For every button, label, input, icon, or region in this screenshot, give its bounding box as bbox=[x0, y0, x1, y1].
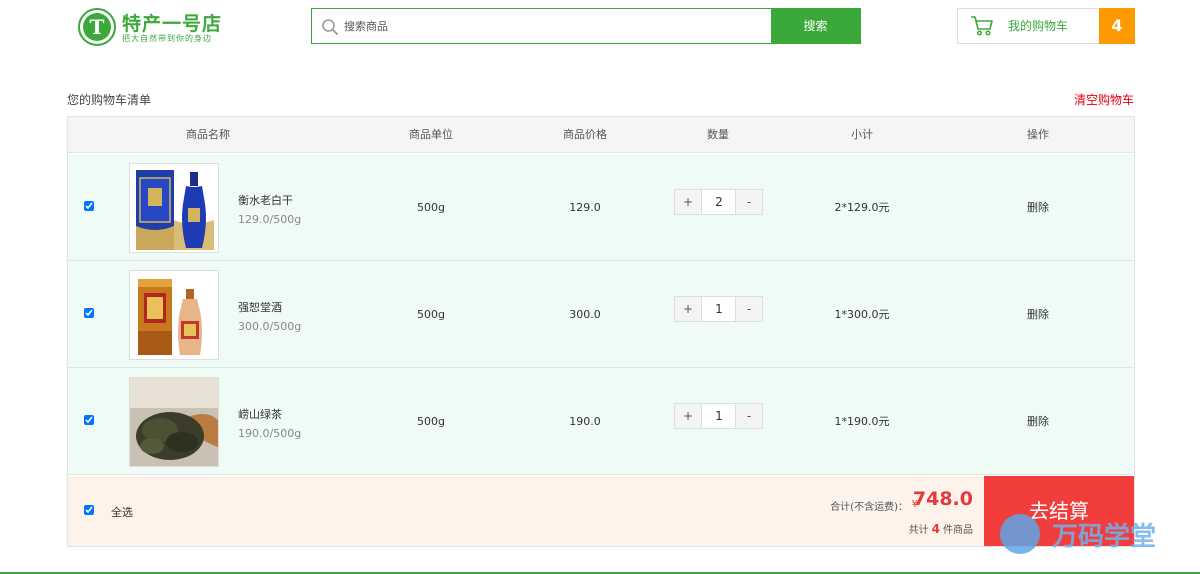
column-header-name: 商品名称 bbox=[186, 128, 230, 141]
logo-badge-icon: T bbox=[78, 8, 116, 46]
cart-count-badge: 4 bbox=[1099, 8, 1135, 44]
product-unit-price: 129.0/500g bbox=[238, 213, 302, 226]
column-header-action: 操作 bbox=[1027, 128, 1049, 141]
product-unit: 500g bbox=[417, 308, 445, 321]
product-unit: 500g bbox=[417, 415, 445, 428]
total-label: 合计(不含运费)： bbox=[830, 502, 908, 513]
item-checkbox[interactable] bbox=[84, 308, 94, 318]
clear-cart-link[interactable]: 清空购物车 bbox=[1074, 91, 1134, 108]
cart-row: 强恕堂酒 300.0/500g 500g 300.0 + - 1*300.0元 … bbox=[68, 261, 1134, 368]
product-subtotal: 1*300.0元 bbox=[834, 308, 890, 321]
delete-item-button[interactable]: 删除 bbox=[978, 261, 1098, 368]
quantity-input[interactable] bbox=[703, 404, 735, 428]
product-name[interactable]: 强恕堂酒 bbox=[238, 299, 282, 315]
quantity-increase-button[interactable]: + bbox=[675, 190, 702, 214]
logo-letter: T bbox=[83, 13, 111, 41]
item-count: 4 bbox=[931, 522, 940, 536]
item-count-prefix: 共计 bbox=[908, 525, 929, 536]
product-price: 129.0 bbox=[569, 201, 601, 214]
green-tea-leaves-image[interactable] bbox=[129, 377, 219, 467]
blue-liquor-bottle-image[interactable] bbox=[129, 163, 219, 253]
item-count-line: 共计 4 件商品 bbox=[909, 521, 973, 536]
select-all-label[interactable]: 全选 bbox=[111, 504, 133, 520]
cart-footer: 全选 合计(不含运费)： ¥ 748.0 共计 4 件商品 去结算 bbox=[68, 476, 1134, 546]
delete-item-button[interactable]: 删除 bbox=[978, 368, 1098, 475]
cart-list-title: 您的购物车清单 bbox=[67, 93, 152, 107]
quantity-decrease-button[interactable]: - bbox=[735, 404, 762, 428]
my-cart-link[interactable]: 我的购物车 4 bbox=[957, 8, 1135, 44]
my-cart-label: 我的购物车 bbox=[1008, 19, 1069, 33]
quantity-stepper: + - bbox=[674, 296, 763, 322]
delete-item-button[interactable]: 删除 bbox=[978, 154, 1098, 261]
search-button[interactable]: 搜索 bbox=[771, 9, 860, 43]
total-amount: 748.0 bbox=[912, 488, 973, 510]
product-subtotal: 2*129.0元 bbox=[834, 201, 890, 214]
product-price: 300.0 bbox=[569, 308, 601, 321]
product-price: 190.0 bbox=[569, 415, 601, 428]
item-checkbox[interactable] bbox=[84, 201, 94, 211]
product-name[interactable]: 崂山绿茶 bbox=[238, 406, 282, 422]
column-header-quantity: 数量 bbox=[707, 128, 729, 141]
quantity-decrease-button[interactable]: - bbox=[735, 190, 762, 214]
cart-page: T 特产一号店 把大自然带到你的身边 搜索 我的购物车 4 您的购物车清单 清空… bbox=[0, 0, 1200, 574]
column-header-unit: 商品单位 bbox=[409, 128, 453, 141]
watermark-logo-icon bbox=[1000, 514, 1040, 554]
select-all-checkbox[interactable] bbox=[84, 505, 94, 515]
quantity-increase-button[interactable]: + bbox=[675, 297, 702, 321]
item-count-suffix: 件商品 bbox=[943, 525, 973, 536]
search-input[interactable] bbox=[344, 9, 772, 43]
column-header-subtotal: 小计 bbox=[851, 128, 873, 141]
item-checkbox[interactable] bbox=[84, 415, 94, 425]
search-icon bbox=[322, 19, 338, 35]
logo-slogan: 把大自然带到你的身边 bbox=[122, 34, 212, 43]
cart-row: 衡水老白干 129.0/500g 500g 129.0 + - 2*129.0元… bbox=[68, 154, 1134, 261]
column-header-price: 商品价格 bbox=[563, 128, 607, 141]
shopping-cart-icon bbox=[971, 16, 993, 36]
logo-title: 特产一号店 bbox=[122, 13, 223, 35]
site-logo[interactable]: T 特产一号店 把大自然带到你的身边 bbox=[78, 8, 238, 48]
cart-row: 崂山绿茶 190.0/500g 500g 190.0 + - 1*190.0元 … bbox=[68, 368, 1134, 475]
gold-liquor-bottle-image[interactable] bbox=[129, 270, 219, 360]
quantity-increase-button[interactable]: + bbox=[675, 404, 702, 428]
quantity-input[interactable] bbox=[703, 190, 735, 214]
quantity-stepper: + - bbox=[674, 189, 763, 215]
cart-table: 商品名称 商品单位 商品价格 数量 小计 操作 衡水老白干 129.0/500g… bbox=[67, 116, 1135, 547]
quantity-decrease-button[interactable]: - bbox=[735, 297, 762, 321]
product-unit-price: 300.0/500g bbox=[238, 320, 302, 333]
quantity-input[interactable] bbox=[703, 297, 735, 321]
product-unit: 500g bbox=[417, 201, 445, 214]
product-unit-price: 190.0/500g bbox=[238, 427, 302, 440]
cart-table-header: 商品名称 商品单位 商品价格 数量 小计 操作 bbox=[68, 117, 1134, 153]
product-name[interactable]: 衡水老白干 bbox=[238, 192, 293, 208]
product-subtotal: 1*190.0元 bbox=[834, 415, 890, 428]
watermark: 万码学堂 bbox=[1000, 510, 1190, 558]
quantity-stepper: + - bbox=[674, 403, 763, 429]
search-bar: 搜索 bbox=[311, 8, 861, 44]
watermark-text: 万码学堂 bbox=[1052, 522, 1157, 552]
